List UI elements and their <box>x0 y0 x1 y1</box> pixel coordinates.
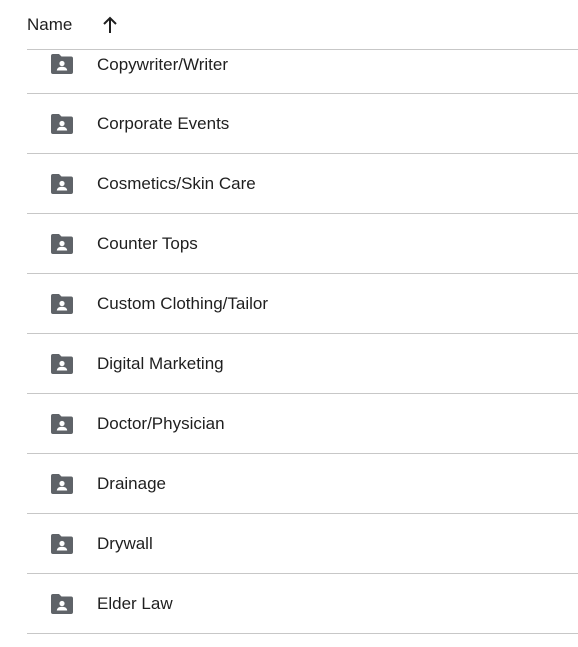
shared-folder-icon <box>49 173 75 195</box>
folder-row[interactable]: Custom Clothing/Tailor <box>27 274 578 334</box>
folder-name: Copywriter/Writer <box>97 55 228 74</box>
folder-row[interactable]: Doctor/Physician <box>27 394 578 454</box>
sort-by-name-button[interactable]: Name <box>27 15 120 35</box>
folder-name: Counter Tops <box>97 233 198 253</box>
shared-folder-icon <box>49 533 75 555</box>
folder-name: Corporate Events <box>97 113 230 133</box>
folder-row[interactable]: Corporate Events <box>27 94 578 154</box>
folder-list: Copywriter/Writer Corporate Events Cosme… <box>27 50 578 634</box>
shared-folder-icon <box>49 593 75 615</box>
shared-folder-icon <box>49 53 75 75</box>
folder-row[interactable]: Cosmetics/Skin Care <box>27 154 578 214</box>
shared-folder-icon <box>49 113 75 135</box>
folder-name: Drywall <box>97 533 153 553</box>
folder-name: Doctor/Physician <box>97 413 225 433</box>
folder-row[interactable]: Drywall <box>27 514 578 574</box>
folder-name: Digital Marketing <box>97 353 224 373</box>
folder-row[interactable]: Digital Marketing <box>27 334 578 394</box>
shared-folder-icon <box>49 413 75 435</box>
arrow-up-icon[interactable] <box>100 15 120 35</box>
folder-row[interactable]: Copywriter/Writer <box>27 50 578 94</box>
folder-row[interactable]: Elder Law <box>27 574 578 634</box>
folder-name: Drainage <box>97 473 166 493</box>
folder-name: Cosmetics/Skin Care <box>97 173 256 193</box>
folder-row[interactable]: Counter Tops <box>27 214 578 274</box>
folder-row[interactable]: Drainage <box>27 454 578 514</box>
shared-folder-icon <box>49 233 75 255</box>
shared-folder-icon <box>49 353 75 375</box>
folder-name: Elder Law <box>97 593 173 613</box>
folder-name: Custom Clothing/Tailor <box>97 293 269 313</box>
shared-folder-icon <box>49 473 75 495</box>
list-header: Name <box>27 0 578 50</box>
shared-folder-icon <box>49 293 75 315</box>
name-column-label: Name <box>27 14 73 34</box>
